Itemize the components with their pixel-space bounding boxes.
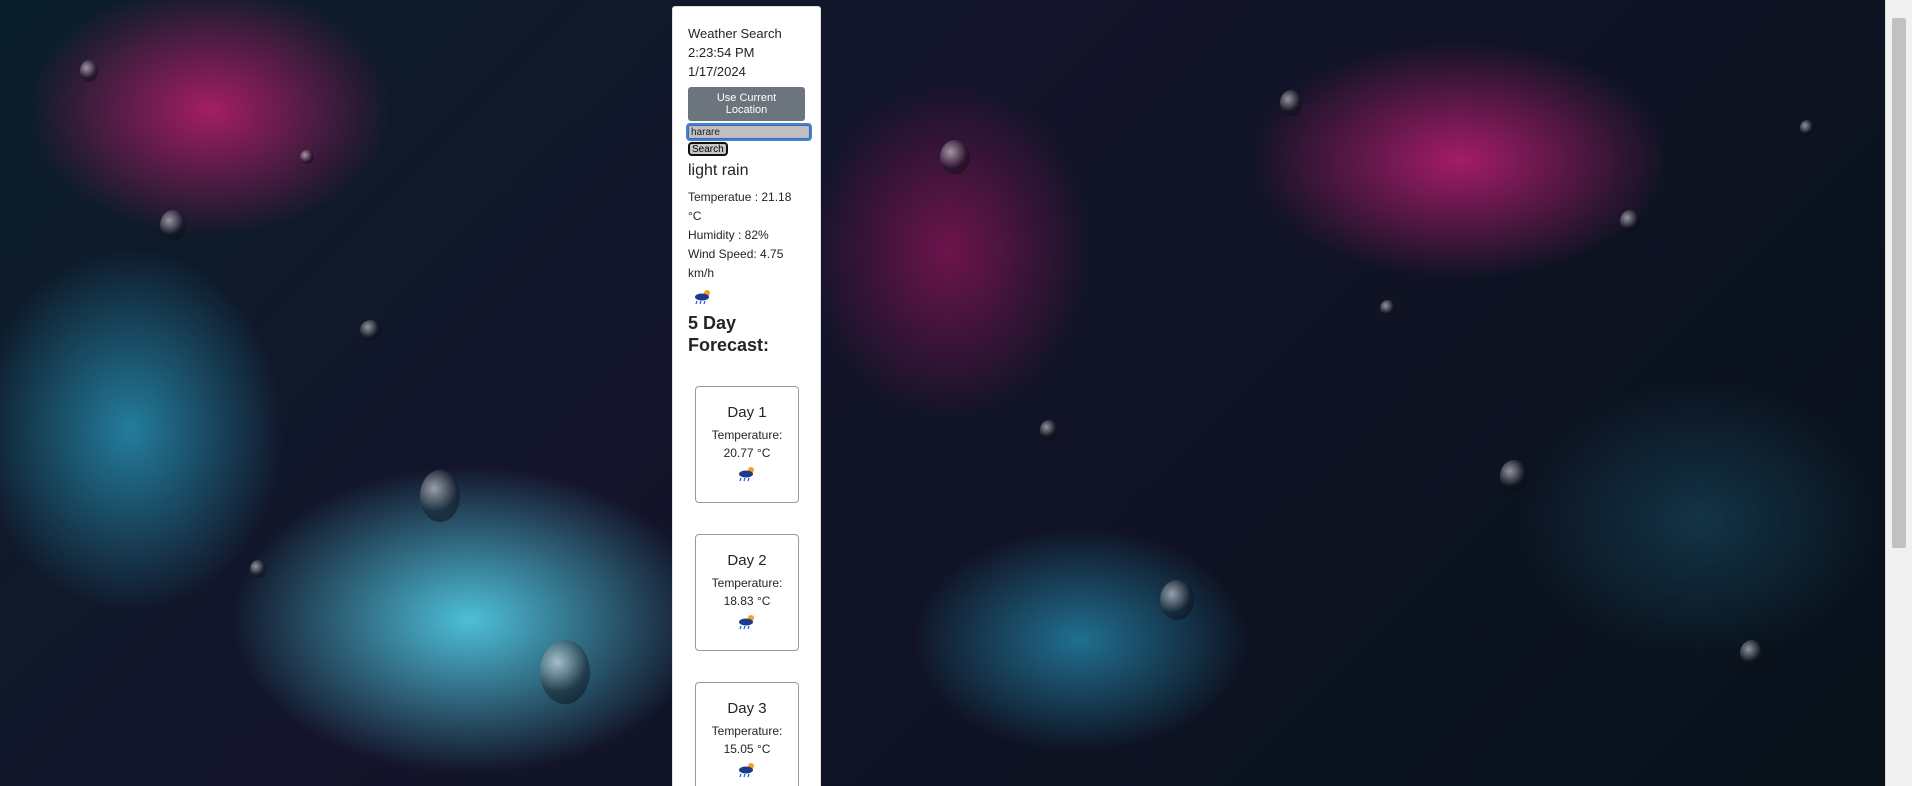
forecast-card-day-3: Day 3 Temperature: 15.05 °C	[695, 682, 799, 786]
forecast-list: Day 1 Temperature: 20.77 °C Day 2 Temper…	[688, 386, 805, 786]
weather-condition: light rain	[688, 162, 749, 179]
rain-drop	[940, 140, 970, 174]
rain-drop	[420, 470, 460, 522]
forecast-temp-value: 20.77 °C	[723, 446, 771, 460]
forecast-card-day-2: Day 2 Temperature: 18.83 °C	[695, 534, 799, 651]
forecast-temp-label: Temperature:	[711, 428, 783, 442]
rain-cloud-icon	[739, 763, 754, 778]
rain-drop	[1280, 90, 1302, 116]
rain-drop	[250, 560, 266, 578]
use-current-location-button[interactable]: Use Current Location	[688, 87, 805, 121]
rain-drop	[1040, 420, 1058, 440]
rain-drop	[360, 320, 382, 340]
rain-drop	[1800, 120, 1814, 136]
forecast-day-label: Day 1	[727, 404, 767, 421]
page-scrollbar[interactable]	[1885, 0, 1912, 786]
rain-cloud-icon	[739, 615, 754, 630]
weather-panel: Weather Search 2:23:54 PM 1/17/2024 Use …	[672, 6, 821, 786]
forecast-temp-label: Temperature:	[711, 724, 783, 738]
app-title: Weather Search	[688, 26, 782, 41]
background-wallpaper	[0, 0, 1886, 786]
rain-drop	[300, 150, 314, 164]
rain-drop	[160, 210, 186, 240]
forecast-temp-value: 18.83 °C	[723, 594, 771, 608]
city-search-input[interactable]	[686, 123, 812, 141]
rain-drop	[80, 60, 98, 82]
forecast-temp-label: Temperature:	[711, 576, 783, 590]
current-humidity: Humidity : 82%	[688, 228, 769, 242]
rain-drop	[1740, 640, 1764, 666]
rain-cloud-icon	[695, 290, 710, 305]
rain-cloud-icon	[739, 467, 754, 482]
scrollbar-thumb[interactable]	[1892, 18, 1906, 548]
current-wind-speed: Wind Speed: 4.75 km/h	[688, 247, 784, 280]
forecast-temp-value: 15.05 °C	[723, 742, 771, 756]
current-temperature: Temperatue : 21.18 °C	[688, 190, 792, 223]
current-time: 2:23:54 PM	[688, 45, 755, 60]
rain-drop	[1500, 460, 1528, 492]
forecast-card-day-1: Day 1 Temperature: 20.77 °C	[695, 386, 799, 503]
rain-drop	[1160, 580, 1194, 620]
forecast-day-label: Day 3	[727, 700, 767, 717]
rain-drop	[540, 640, 590, 704]
current-weather-details: Temperatue : 21.18 °C Humidity : 82% Win…	[688, 188, 805, 283]
forecast-heading: 5 Day Forecast:	[688, 313, 770, 355]
rain-drop	[1380, 300, 1396, 316]
rain-drop	[1620, 210, 1640, 232]
forecast-day-label: Day 2	[727, 552, 767, 569]
current-date: 1/17/2024	[688, 64, 746, 79]
search-button[interactable]: Search	[688, 142, 728, 156]
